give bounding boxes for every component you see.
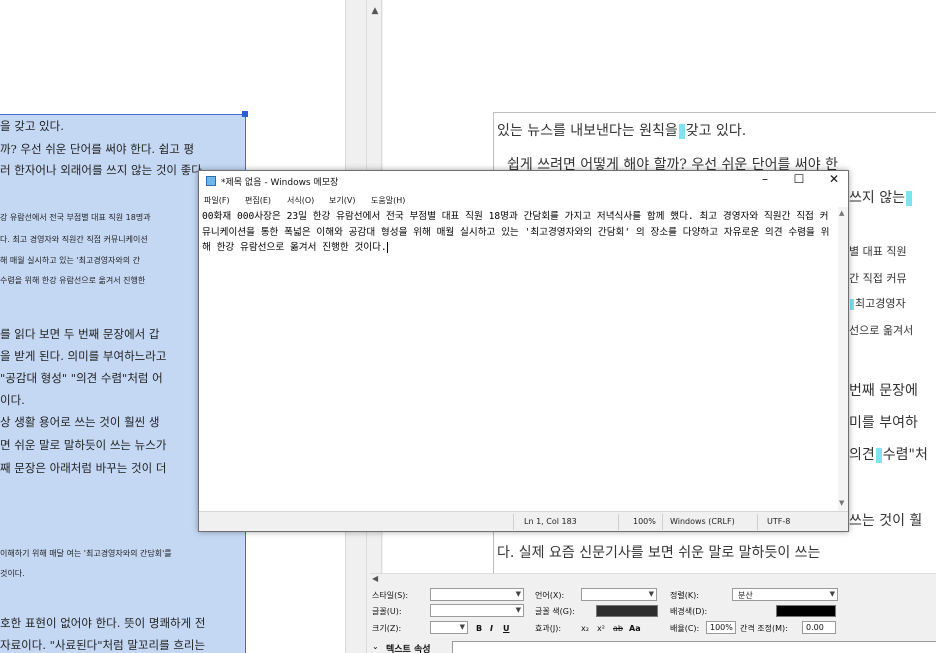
menu-view[interactable]: 보기(V)	[329, 195, 355, 206]
right-doc-line: 쓰지 않는	[849, 187, 913, 207]
notepad-text: 00화재 000사장은 23일 한강 유람선에서 전국 부점별 대표 직원 18…	[202, 211, 830, 253]
status-divider	[618, 514, 619, 530]
menu-file[interactable]: 파일(F)	[204, 195, 230, 206]
right-doc-line: 쓰는 것이 훨	[849, 513, 923, 529]
status-position: Ln 1, Col 183	[524, 517, 577, 526]
size-label: 크기(Z):	[372, 624, 402, 633]
align-label: 정렬(K):	[670, 591, 699, 600]
status-divider	[757, 514, 758, 530]
window-title: *제목 없음 - Windows 메모장	[221, 178, 339, 188]
superscript-button[interactable]: x²	[597, 624, 605, 633]
language-label: 언어(X):	[535, 591, 565, 600]
left-doc-line: 째 문장은 아래처럼 바꾸는 것이 더	[0, 461, 167, 475]
right-doc-line: 미를 부여하	[849, 415, 918, 431]
status-line-ending: Windows (CRLF)	[670, 517, 735, 526]
notepad-app-icon	[206, 176, 216, 186]
left-doc-line: 호한 표현이 없어야 한다. 뜻이 명쾌하게 전	[0, 616, 206, 630]
left-doc-line: 상 생활 용어로 쓰는 것이 훨씬 생	[0, 415, 160, 429]
right-doc-line: 별 대표 직원	[849, 245, 907, 258]
font-dropdown[interactable]: ▼	[430, 604, 524, 617]
notepad-window[interactable]: *제목 없음 - Windows 메모장 – ☐ ✕ 파일(F) 편집(E) 서…	[198, 170, 849, 532]
left-doc-line: 이다.	[0, 393, 25, 407]
left-doc-line: 러 한자어나 외래어를 쓰지 않는 것이 좋다	[0, 163, 202, 177]
language-dropdown[interactable]: ▼	[581, 588, 657, 601]
chevron-down-icon: ▼	[459, 623, 465, 631]
left-doc-line: 을 갖고 있다.	[0, 119, 64, 133]
maximize-button[interactable]: ☐	[784, 172, 814, 186]
cursor-marker-icon	[875, 447, 882, 463]
cursor-marker-icon	[905, 190, 912, 206]
cursor-marker-icon	[678, 123, 685, 139]
menu-help[interactable]: 도움말(H)	[371, 195, 405, 206]
scroll-up-arrow-icon[interactable]: ▲	[367, 6, 383, 16]
effect-label: 효과(J):	[535, 624, 562, 633]
chevron-down-icon: ▼	[829, 590, 835, 598]
horizontal-scrollbar[interactable]: ◀	[370, 573, 936, 585]
menu-edit[interactable]: 편집(E)	[245, 195, 271, 206]
scroll-left-arrow-icon[interactable]: ◀	[372, 574, 378, 583]
scale-label: 배율(C):	[670, 624, 700, 633]
underline-button[interactable]: U	[503, 624, 510, 633]
style-label: 스타일(S):	[372, 591, 409, 600]
background-color-label: 배경색(D):	[670, 607, 708, 616]
collapse-chevron-icon[interactable]: ⌄	[372, 642, 379, 651]
right-doc-line: 다. 실제 요즘 신문기사를 보면 쉬운 말로 말하듯이 쓰는	[497, 545, 821, 561]
chevron-down-icon: ▼	[515, 590, 521, 598]
left-doc-line: 를 읽다 보면 두 번째 문장에서 갑	[0, 327, 160, 341]
cursor-marker-icon	[850, 298, 854, 310]
scale-input[interactable]: 100%	[706, 621, 736, 634]
subscript-button[interactable]: x₂	[581, 624, 589, 633]
status-bar: Ln 1, Col 183 100% Windows (CRLF) UTF-8	[199, 511, 848, 531]
left-doc-line: 다. 최고 경영자와 직원간 직접 커뮤니케이션	[0, 235, 148, 244]
menu-format[interactable]: 서식(O)	[287, 195, 314, 206]
right-doc-line: 있는 뉴스를 내보낸다는 원칙을 갖고 있다.	[497, 123, 747, 139]
right-doc-line: 번째 문장에	[849, 383, 918, 399]
left-doc-line: 면 쉬운 말로 말하듯이 쓰는 뉴스가	[0, 438, 167, 452]
notepad-text-area[interactable]: 00화재 000사장은 23일 한강 유람선에서 전국 부점별 대표 직원 18…	[199, 207, 839, 513]
font-label: 글꼴(U):	[372, 607, 402, 616]
text-properties-field[interactable]	[452, 641, 936, 653]
small-caps-button[interactable]: Aa	[629, 624, 641, 633]
close-button[interactable]: ✕	[819, 172, 849, 186]
text-properties-panel: 스타일(S): ▼ 글꼴(U): ▼ 크기(Z): ▼ B I U 언어(X):…	[370, 585, 936, 653]
minimize-button[interactable]: –	[750, 172, 780, 186]
spacing-label: 간격 조정(M):	[740, 624, 788, 633]
left-doc-line: 해 매월 실시하고 있는 '최고경영자와의 간	[0, 256, 141, 265]
status-divider	[513, 514, 514, 530]
text-cursor	[386, 241, 388, 253]
right-doc-line: 최고경영자	[849, 295, 906, 311]
font-color-swatch[interactable]	[596, 605, 658, 617]
left-doc-line: 자료이다. "사료된다"처럼 말꼬리를 흐리는	[0, 638, 206, 652]
style-dropdown[interactable]: ▼	[430, 588, 524, 601]
title-bar[interactable]: *제목 없음 - Windows 메모장 – ☐ ✕	[199, 171, 848, 191]
status-divider	[662, 514, 663, 530]
scroll-up-arrow-icon[interactable]: ▲	[839, 209, 844, 217]
status-encoding: UTF-8	[767, 517, 791, 526]
spacing-input[interactable]: 0.00	[802, 621, 836, 634]
left-doc-line: 이해하기 위해 매달 여는 '최고경영자와의 간담회'를	[0, 549, 172, 558]
left-doc-line: 수렴을 위해 한강 유람선으로 옮겨서 진행한	[0, 276, 146, 285]
scroll-down-arrow-icon[interactable]: ▼	[839, 499, 844, 507]
chevron-down-icon: ▼	[515, 606, 521, 614]
left-doc-line: 강 유람선에서 전국 부점별 대표 직원 18명과	[0, 213, 151, 222]
right-doc-line: 선으로 옮겨서	[849, 324, 914, 337]
right-doc-line: 의견 수렴"처	[849, 447, 928, 463]
notepad-vertical-scrollbar[interactable]: ▲ ▼	[838, 207, 848, 513]
selection-resize-handle[interactable]	[242, 111, 248, 117]
status-zoom: 100%	[633, 517, 656, 526]
left-doc-line: 을 받게 된다. 의미를 부여하느라고	[0, 349, 167, 363]
left-doc-line: "공감대 형성" "의견 수렴"처럼 어	[0, 371, 163, 385]
font-color-label: 글꼴 색(G):	[535, 607, 575, 616]
italic-button[interactable]: I	[490, 624, 493, 633]
right-doc-line: 간 직접 커뮤	[849, 272, 907, 285]
align-dropdown[interactable]: 분산 ▼	[732, 588, 838, 601]
bold-button[interactable]: B	[476, 624, 482, 633]
panel-caption: 텍스트 속성	[386, 645, 431, 653]
strikethrough-button[interactable]: ab	[613, 624, 623, 633]
left-doc-line: 까? 우선 쉬운 단어를 써야 한다. 쉽고 평	[0, 142, 195, 156]
background-color-swatch[interactable]	[776, 605, 836, 617]
left-doc-line: 것이다.	[0, 569, 25, 578]
size-dropdown[interactable]: ▼	[430, 621, 468, 634]
chevron-down-icon: ▼	[648, 590, 654, 598]
